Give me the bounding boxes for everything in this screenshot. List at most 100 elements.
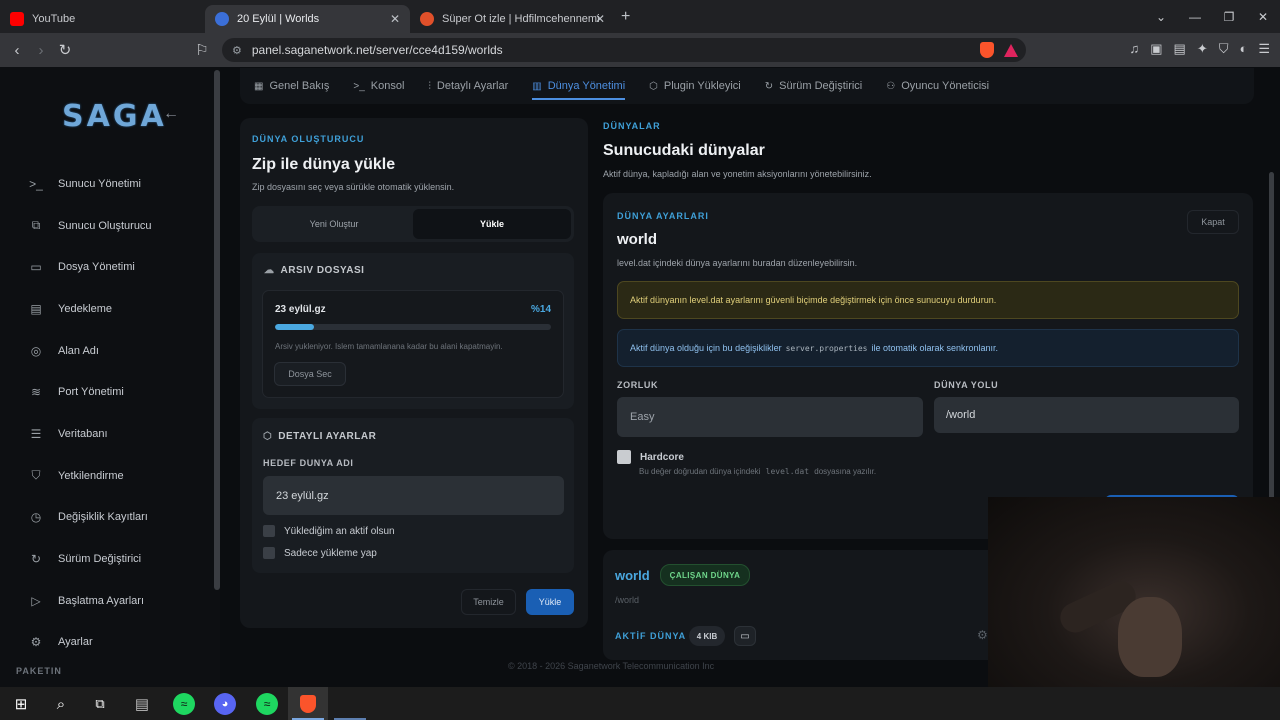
tab-detayli-ayarlar[interactable]: ⫶ Detaylı Ayarlar [428,68,508,104]
copy-icon: ⧉ [31,218,41,233]
sidebar-scrollbar[interactable] [214,70,220,590]
status-badge: ÇALIŞAN DÜNYA [660,564,750,586]
sidebar-nav: >_ Sunucu Yönetimi ⧉ Sunucu Oluşturucu ▭ Do… [28,163,152,664]
play-icon: ▷ [31,593,41,608]
browser-tab-youtube[interactable]: YouTube [0,5,205,33]
sidebar-item-label: Değişiklik Kayıtları [58,511,148,524]
hardcore-note-text: dosyasına yazılır. [814,467,877,476]
refresh-icon: ↻ [764,80,774,92]
sidebar-item-yedekleme[interactable]: ▤ Yedekleme [28,288,152,330]
checkbox-box[interactable] [263,547,275,559]
checkbox-activate-on-upload[interactable]: Yüklediğim an aktif olsun [263,525,395,537]
difficulty-select[interactable]: Easy [617,397,923,437]
taskbar: ⊞ ⌕ ⧉ ▤ ≈ ◕ ≈ [0,687,1280,720]
brave-rewards-icon[interactable] [1004,44,1018,57]
upload-button[interactable]: Yükle [526,589,574,615]
leo-icon[interactable]: ✦ [1197,41,1208,57]
minimize-icon[interactable]: — [1178,10,1212,24]
collapse-sidebar-icon[interactable]: ← [163,105,179,123]
segment-yeni-olustur[interactable]: Yeni Oluştur [255,209,413,239]
clock-icon: ◷ [30,510,42,525]
sidebar-item-alan-adi[interactable]: ◎ Alan Adı [28,330,152,372]
sidebar-item-degisiklik-kayitlari[interactable]: ◷ Değişiklik Kayıtları [28,497,152,539]
close-tab-icon[interactable]: ✕ [390,12,400,26]
open-folder-button[interactable]: ▭ [734,626,756,646]
sidebar-item-veritabani[interactable]: ☰ Veritabanı [28,413,152,455]
difficulty-label: ZORLUK [617,380,659,390]
world-settings-panel: DÜNYA AYARLARI Kapat world level.dat içi… [603,193,1253,539]
saga-logo[interactable]: SAGA [62,99,167,134]
bookmark-icon[interactable]: ⚐ [190,41,214,59]
sidebar-item-yetkilendirme[interactable]: ⛉ Yetkilendirme [28,455,152,497]
sidebar-item-baslatma-ayarlari[interactable]: ▷ Başlatma Ayarları [28,580,152,622]
brave-shields-icon[interactable] [980,42,994,58]
tab-list-chevron-icon[interactable]: ⌄ [1144,10,1178,24]
worlds-title: Sunucudaki dünyalar [603,142,765,159]
sidebar-item-ayarlar[interactable]: ⚙ Ayarlar [28,622,152,664]
checkbox-hardcore[interactable]: Hardcore [617,450,684,464]
world-settings-icon[interactable]: ⚙ [977,628,988,642]
browser-tab-film[interactable]: Süper Ot izle | Hdfilmcehennemi | Film ✕ [410,5,615,33]
tab-label: Dünya Yönetimi [547,80,626,92]
sidebar-item-surum-degistirici[interactable]: ↻ Sürüm Değiştirici [28,538,152,580]
search-icon[interactable]: ⌕ [50,693,72,715]
tab-plugin-yukleyici[interactable]: ⬡ Plugin Yükleyici [649,68,741,104]
sync-info-code: server.properties [785,343,868,353]
tab-dunya-yonetimi[interactable]: ▥ Dünya Yönetimi [532,68,625,104]
terminal-icon: >_ [353,80,365,92]
new-tab-icon[interactable]: + [621,8,630,26]
film-site-icon [420,11,434,26]
browser-tab-worlds[interactable]: 20 Eylül | Worlds ✕ [205,4,410,33]
sidebar-item-sunucu-yonetimi[interactable]: >_ Sunucu Yönetimi [28,163,152,205]
task-view-icon[interactable]: ⧉ [89,693,111,715]
maximize-icon[interactable]: ❐ [1212,10,1246,24]
close-window-icon[interactable]: ✕ [1246,10,1280,24]
forward-icon[interactable]: › [29,42,53,59]
file-explorer-icon[interactable]: ▤ [131,693,153,715]
checkbox-box[interactable] [617,450,631,464]
theme-icon[interactable]: ◐ [1239,41,1247,57]
windows-start-icon[interactable]: ⊞ [10,693,32,715]
checkbox-upload-only[interactable]: Sadece yükleme yap [263,547,377,559]
checkbox-label: Hardcore [640,451,684,463]
segment-yukle[interactable]: Yükle [413,209,571,239]
tab-konsol[interactable]: >_ Konsol [353,68,404,104]
cloud-upload-icon: ☁ [264,265,275,276]
url-field[interactable]: ⚙ panel.saganetwork.net/server/cce4d159/… [222,38,1026,62]
tab-label: Detaylı Ayarlar [436,80,509,92]
target-name-label: HEDEF DUNYA ADI [263,458,354,468]
world-path-input[interactable]: /world [934,397,1239,433]
wallet-icon[interactable]: ▤ [1174,41,1186,57]
spotify-icon[interactable]: ≈ [256,693,278,715]
creator-eyebrow: DÜNYA OLUŞTURUCU [252,134,365,144]
checkbox-box[interactable] [263,525,275,537]
tab-oyuncu-yoneticisi[interactable]: ⚇ Oyuncu Yöneticisi [886,68,989,104]
menu-icon[interactable]: ☰ [1258,41,1270,57]
brave-browser-icon[interactable] [297,693,319,715]
vpn-icon[interactable]: ⛉ [1219,41,1229,57]
sidebar-toggle-icon[interactable]: ▣ [1150,41,1162,57]
site-settings-icon[interactable]: ⚙ [232,44,242,57]
spotify-icon[interactable]: ≈ [173,693,195,715]
clear-button[interactable]: Temizle [461,589,516,615]
sidebar-item-sunucu-olusturucu[interactable]: ⧉ Sunucu Oluşturucu [28,205,152,247]
tab-surum-degistirici[interactable]: ↻ Sürüm Değiştirici [765,68,863,104]
world-card-name: world [615,568,650,583]
creator-subtitle: Zip dosyasını seç veya sürükle otomatik … [252,182,455,192]
close-tab-icon[interactable]: ✕ [595,12,605,26]
sidebar-item-dosya-yonetimi[interactable]: ▭ Dosya Yönetimi [28,246,152,288]
choose-file-button[interactable]: Dosya Sec [274,362,346,386]
back-icon[interactable]: ‹ [5,42,29,59]
creator-title: Zip ile dünya yükle [252,156,396,173]
media-icon[interactable]: ♫ [1129,41,1139,57]
settings-world-name: world [617,231,657,248]
discord-icon[interactable]: ◕ [214,693,236,715]
folder-icon: ▭ [740,630,750,642]
target-name-input[interactable]: 23 eylül.gz [263,476,564,515]
tab-label: Plugin Yükleyici [663,80,741,92]
reload-icon[interactable]: ↻ [53,41,77,59]
sidebar-item-port-yonetimi[interactable]: ≋ Port Yönetimi [28,371,152,413]
close-settings-button[interactable]: Kapat [1187,210,1239,234]
tab-genel-bakis[interactable]: ▦ Genel Bakış [254,68,329,104]
wifi-icon: ≋ [30,385,42,400]
